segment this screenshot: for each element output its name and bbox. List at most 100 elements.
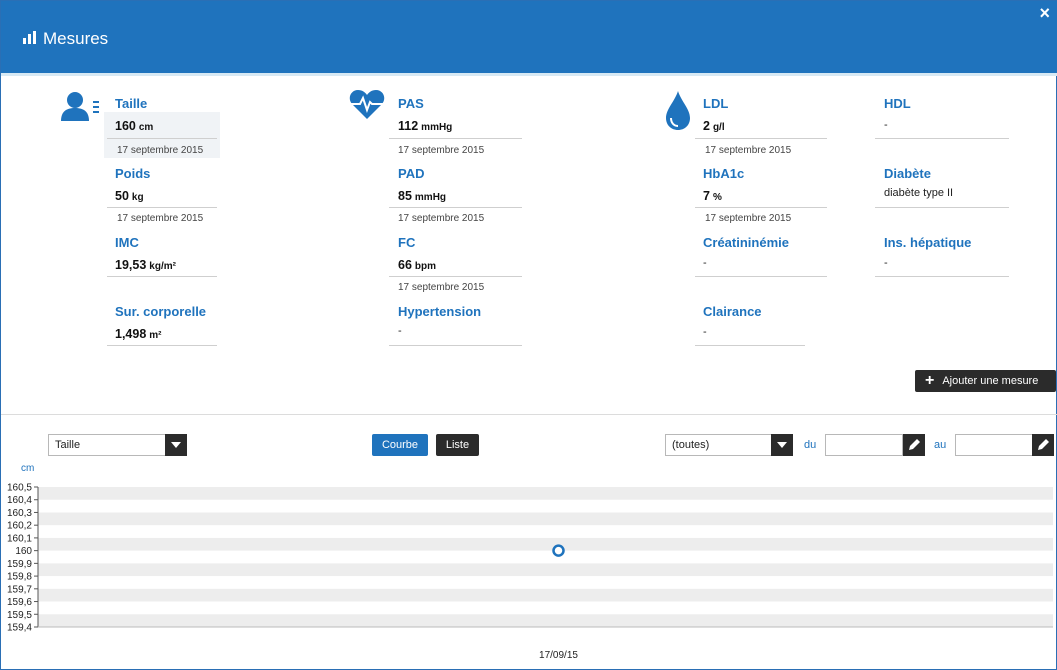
measure-value: diabète type II xyxy=(884,187,954,199)
pencil-icon[interactable] xyxy=(903,434,925,456)
from-date-input[interactable] xyxy=(825,434,903,456)
grid-band xyxy=(38,487,1053,500)
dialog-title: Mesures xyxy=(43,29,109,48)
x-tick-label: 17/09/15 xyxy=(539,650,578,661)
measure-label: Sur. corporelle xyxy=(115,304,207,319)
period-select[interactable]: (toutes) xyxy=(665,434,793,456)
measure-value: - xyxy=(703,257,707,269)
y-tick-label: 159,9 xyxy=(7,559,32,570)
from-label: du xyxy=(804,439,817,451)
period-select-value: (toutes) xyxy=(672,439,710,451)
separator xyxy=(695,345,805,346)
measure-label: Clairance xyxy=(703,304,762,319)
plus-icon: + xyxy=(925,372,935,389)
add-measure-label: Ajouter une mesure xyxy=(942,375,1039,387)
measure-label: Hypertension xyxy=(398,304,482,319)
separator xyxy=(875,276,1009,277)
measure-label: Taille xyxy=(115,96,148,111)
measure-value: - xyxy=(398,325,402,337)
measure-value: - xyxy=(884,257,888,269)
measure-date: 17 septembre 2015 xyxy=(398,145,485,156)
separator xyxy=(695,207,827,208)
y-tick-label: 160 xyxy=(15,546,32,557)
measure-value: 85 mmHg xyxy=(398,189,447,203)
person-list-icon xyxy=(61,92,99,121)
heartbeat-icon xyxy=(349,90,385,119)
measure-value: 160 cm xyxy=(115,119,154,133)
grid-band xyxy=(38,588,1053,602)
measure-label: HDL xyxy=(884,96,911,111)
separator xyxy=(389,207,522,208)
measure-value: 7% xyxy=(703,189,722,203)
measure-date: 17 septembre 2015 xyxy=(398,213,485,224)
measure-date: 17 septembre 2015 xyxy=(117,145,204,156)
separator xyxy=(107,207,217,208)
separator xyxy=(695,276,827,277)
measure-select-value: Taille xyxy=(55,439,81,451)
y-tick-label: 160,1 xyxy=(7,533,32,544)
y-tick-label: 159,7 xyxy=(7,584,32,595)
title-underline xyxy=(1,73,1057,76)
grid-band xyxy=(38,537,1053,551)
measure-label: Ins. hépatique xyxy=(884,235,972,250)
separator xyxy=(695,138,827,139)
measure-value: - xyxy=(884,119,888,131)
measure-label: PAD xyxy=(398,166,425,181)
to-label: au xyxy=(934,439,947,451)
measure-label: LDL xyxy=(703,96,729,111)
y-tick-label: 160,5 xyxy=(7,483,32,494)
separator xyxy=(389,345,522,346)
measure-value: - xyxy=(703,326,707,338)
y-tick-label: 160,3 xyxy=(7,508,32,519)
measure-date: 17 septembre 2015 xyxy=(117,213,204,224)
y-tick-label: 159,6 xyxy=(7,597,32,608)
separator xyxy=(107,138,217,139)
measure-label: FC xyxy=(398,235,416,250)
y-tick-label: 160,4 xyxy=(7,495,32,506)
measure-label: Diabète xyxy=(884,166,931,181)
separator xyxy=(107,345,217,346)
measures-dialog: Mesures × Taille 160 cm 17 septembre 2015… xyxy=(0,0,1057,670)
measure-label: IMC xyxy=(115,235,139,250)
add-measure-button[interactable]: + Ajouter une mesure xyxy=(915,370,1056,392)
separator xyxy=(107,276,217,277)
grid-band xyxy=(38,614,1053,627)
grid-band xyxy=(38,563,1053,577)
measure-label: PAS xyxy=(398,96,424,111)
measure-value: 112 mmHg xyxy=(398,119,453,133)
courbe-button[interactable]: Courbe xyxy=(372,434,428,456)
y-tick-label: 159,4 xyxy=(7,623,32,634)
measure-date: 17 septembre 2015 xyxy=(705,213,792,224)
separator xyxy=(875,138,1009,139)
measure-select[interactable]: Taille xyxy=(48,434,187,456)
separator xyxy=(875,207,1009,208)
separator xyxy=(389,276,522,277)
bar-chart-icon xyxy=(23,31,37,44)
liste-button[interactable]: Liste xyxy=(436,434,479,456)
measure-label: Créatininémie xyxy=(703,235,789,250)
measure-date: 17 septembre 2015 xyxy=(705,145,792,156)
measure-value: 1,498 m² xyxy=(115,327,162,341)
y-tick-label: 159,8 xyxy=(7,572,32,583)
close-icon[interactable]: × xyxy=(1039,3,1050,24)
measure-value: 19,53 kg/m² xyxy=(115,258,176,272)
measure-label: HbA1c xyxy=(703,166,745,181)
y-tick-label: 159,5 xyxy=(7,610,32,621)
measure-chart: 160,5160,4160,3160,2160,1160159,9159,815… xyxy=(7,483,1053,661)
drop-icon xyxy=(666,91,690,130)
measure-label: Poids xyxy=(115,166,151,181)
grid-band xyxy=(38,512,1053,526)
measure-value: 50 kg xyxy=(115,189,144,203)
chevron-down-icon xyxy=(165,434,187,456)
measure-date: 17 septembre 2015 xyxy=(398,282,485,293)
y-tick-label: 160,2 xyxy=(7,521,32,532)
pencil-icon[interactable] xyxy=(1032,434,1054,456)
title-bar: Mesures × xyxy=(1,1,1057,73)
separator xyxy=(389,138,522,139)
measure-value: 2 g/l xyxy=(703,119,725,133)
data-point xyxy=(552,544,565,557)
chevron-down-icon xyxy=(771,434,793,456)
to-date-input[interactable] xyxy=(955,434,1033,456)
measure-value: 66 bpm xyxy=(398,258,437,272)
section-divider xyxy=(1,414,1057,415)
